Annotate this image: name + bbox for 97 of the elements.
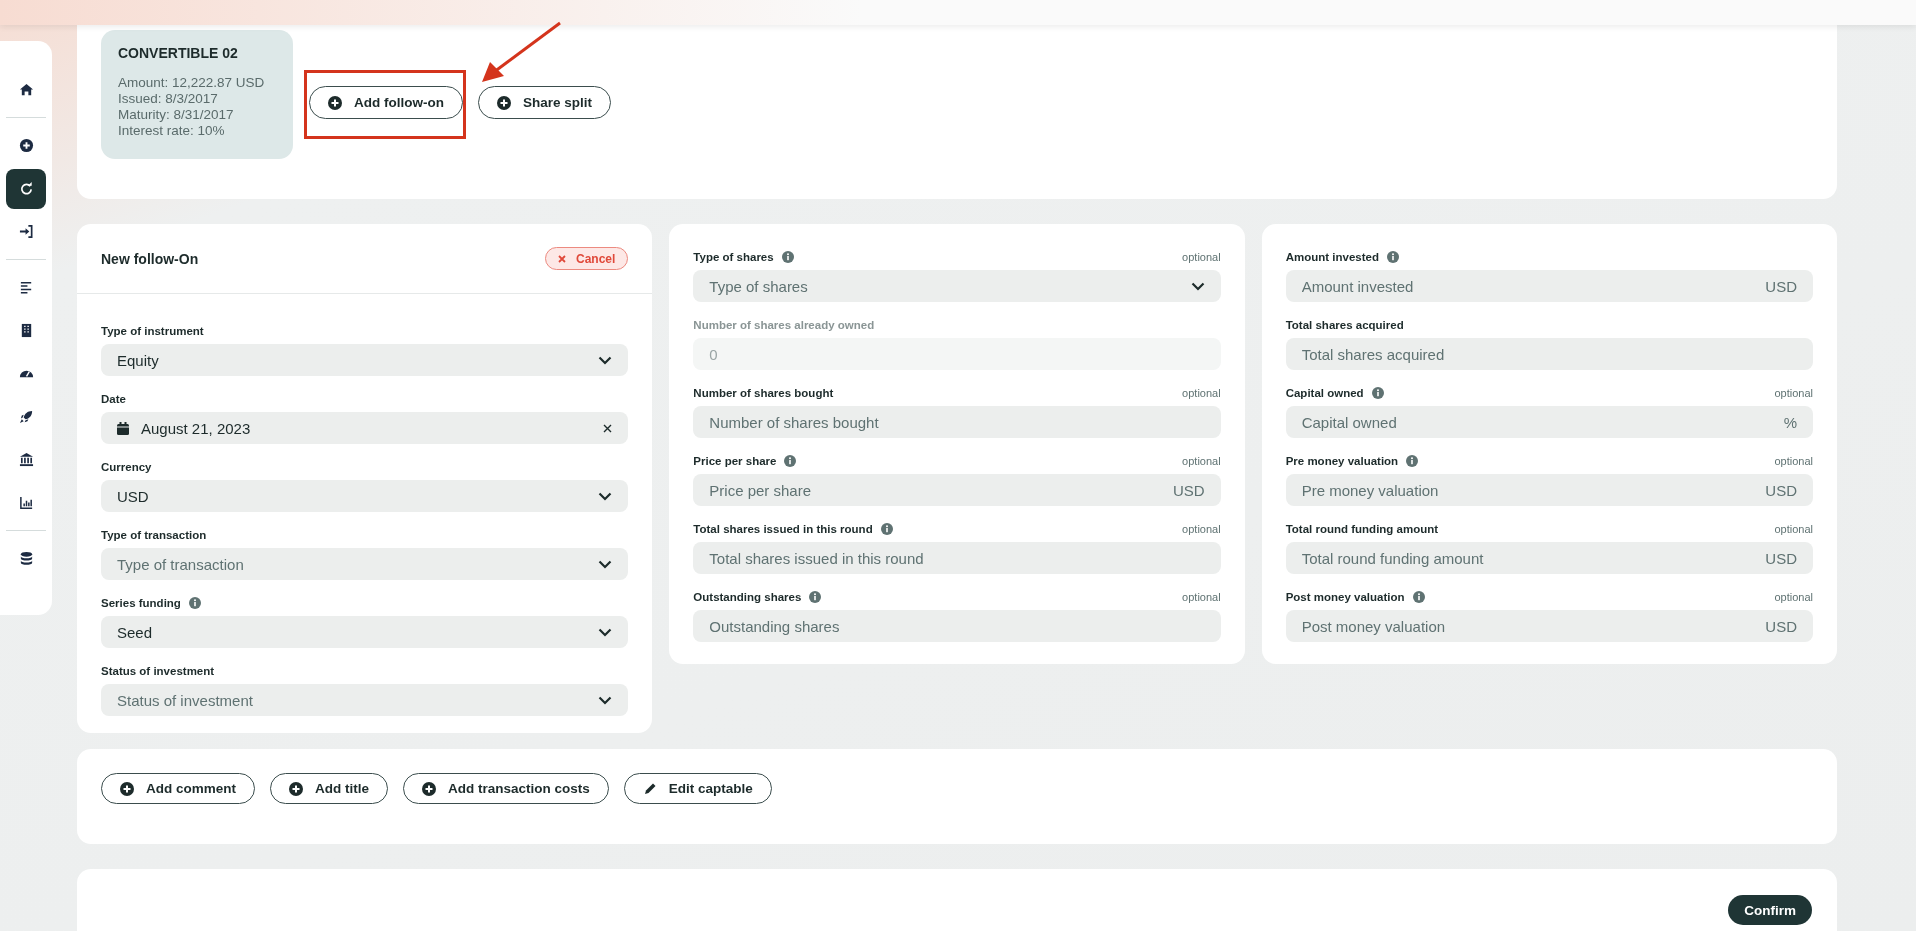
- plus-circle-icon: [422, 781, 436, 796]
- info-icon: [1406, 455, 1419, 467]
- home-icon: [18, 82, 34, 97]
- field-label: Pre money valuation: [1285, 455, 1399, 467]
- database-icon: [18, 551, 34, 566]
- select-field[interactable]: Type of transaction: [101, 548, 629, 580]
- chevron-down-icon: [598, 627, 613, 637]
- input-field[interactable]: Number of shares bought: [693, 406, 1221, 438]
- info-icon: [188, 597, 201, 609]
- input-field[interactable]: Total round funding amount: [1285, 542, 1758, 574]
- calendar-icon: [117, 421, 129, 435]
- field-label: Total round funding amount: [1285, 523, 1439, 535]
- unit-label: USD: [1757, 610, 1813, 642]
- input-field[interactable]: Amount invested: [1285, 270, 1758, 302]
- field-label: Total shares issued in this round: [693, 523, 873, 535]
- field-label: Outstanding shares: [693, 591, 802, 603]
- rocket-icon: [18, 409, 34, 424]
- plus-circle-icon: [120, 781, 134, 796]
- confirm-button[interactable]: Confirm: [1728, 895, 1812, 925]
- input-field[interactable]: Post money valuation: [1285, 610, 1758, 642]
- add-button[interactable]: Add comment: [101, 773, 255, 804]
- field-label: Type of instrument: [101, 325, 204, 337]
- field-label: Amount invested: [1285, 251, 1379, 263]
- pencil-icon: [642, 781, 657, 796]
- align-left-icon: [18, 280, 34, 295]
- instrument-title: CONVERTIBLE 02: [118, 45, 239, 61]
- input-field[interactable]: Total shares acquired: [1285, 338, 1813, 370]
- field-label: Status of investment: [101, 665, 215, 677]
- select-field[interactable]: Seed: [101, 616, 629, 648]
- unit-label: USD: [1757, 270, 1813, 302]
- field-label: Capital owned: [1285, 387, 1364, 399]
- panel-title: New follow-On: [101, 250, 199, 267]
- clear-icon[interactable]: [603, 423, 613, 433]
- field-label: Post money valuation: [1285, 591, 1405, 603]
- instrument-detail: Amount: 12,222.87 USD: [118, 75, 266, 91]
- add-button[interactable]: Add follow-on: [309, 86, 463, 119]
- chevron-down-icon: [598, 695, 613, 705]
- date-field[interactable]: August 21, 2023: [101, 412, 629, 444]
- field-label: Type of shares: [693, 251, 774, 263]
- input-field[interactable]: Outstanding shares: [693, 610, 1221, 642]
- select-field[interactable]: Type of shares: [693, 270, 1221, 302]
- input-field[interactable]: Total shares issued in this round: [693, 542, 1221, 574]
- select-field[interactable]: Equity: [101, 344, 629, 376]
- field-label: Currency: [101, 461, 152, 473]
- unit-label: USD: [1165, 474, 1221, 506]
- instrument-detail: Maturity: 8/31/2017: [118, 107, 235, 123]
- select-field[interactable]: Status of investment: [101, 684, 629, 716]
- info-icon: [1412, 591, 1425, 603]
- chevron-down-icon: [598, 491, 613, 501]
- chevron-down-icon: [598, 559, 613, 569]
- plus-circle-icon: [289, 781, 303, 796]
- optional-note: optional: [1182, 523, 1221, 535]
- info-icon: [809, 591, 822, 603]
- sign-in-icon: [18, 224, 34, 239]
- field-label: Total shares acquired: [1285, 319, 1404, 331]
- optional-note: optional: [1774, 523, 1813, 535]
- info-icon: [1386, 251, 1399, 263]
- info-icon: [880, 523, 893, 535]
- field-label: Date: [101, 393, 126, 405]
- optional-note: optional: [1774, 455, 1813, 467]
- nav-item[interactable]: [6, 168, 46, 209]
- optional-note: optional: [1182, 591, 1221, 603]
- chevron-down-icon: [1190, 281, 1205, 291]
- optional-note: optional: [1182, 387, 1221, 399]
- redo-icon: [18, 181, 34, 196]
- input-field[interactable]: Price per share: [693, 474, 1165, 506]
- bank-icon: [18, 452, 34, 467]
- close-icon: [557, 254, 566, 263]
- instrument-detail: Interest rate: 10%: [118, 123, 226, 139]
- info-icon: [1371, 387, 1384, 399]
- plus-circle-icon: [18, 138, 34, 153]
- input-field[interactable]: Pre money valuation: [1285, 474, 1758, 506]
- plus-circle-icon: [497, 95, 511, 110]
- field-label: Price per share: [693, 455, 777, 467]
- optional-note: optional: [1774, 591, 1813, 603]
- add-button[interactable]: Add title: [270, 773, 388, 804]
- bar-chart-icon: [18, 495, 34, 510]
- field-label: Type of transaction: [101, 529, 207, 541]
- add-button[interactable]: Share split: [478, 86, 611, 119]
- add-button[interactable]: Add transaction costs: [403, 773, 609, 804]
- field-label: Series funding: [101, 597, 181, 609]
- field-label: Number of shares bought: [693, 387, 834, 399]
- info-icon: [784, 455, 797, 467]
- unit-label: USD: [1757, 542, 1813, 574]
- instrument-detail: Issued: 8/3/2017: [118, 91, 219, 107]
- field-label: Number of shares already owned: [693, 319, 875, 331]
- unit-label: USD: [1757, 474, 1813, 506]
- input-field[interactable]: Capital owned: [1285, 406, 1776, 438]
- optional-note: optional: [1182, 251, 1221, 263]
- chevron-down-icon: [598, 355, 613, 365]
- info-icon: [781, 251, 794, 263]
- plus-circle-icon: [328, 95, 342, 110]
- edit-button[interactable]: Edit captable: [623, 773, 772, 804]
- optional-note: optional: [1182, 455, 1221, 467]
- select-field[interactable]: USD: [101, 480, 629, 512]
- unit-label: %: [1775, 406, 1813, 438]
- optional-note: optional: [1774, 387, 1813, 399]
